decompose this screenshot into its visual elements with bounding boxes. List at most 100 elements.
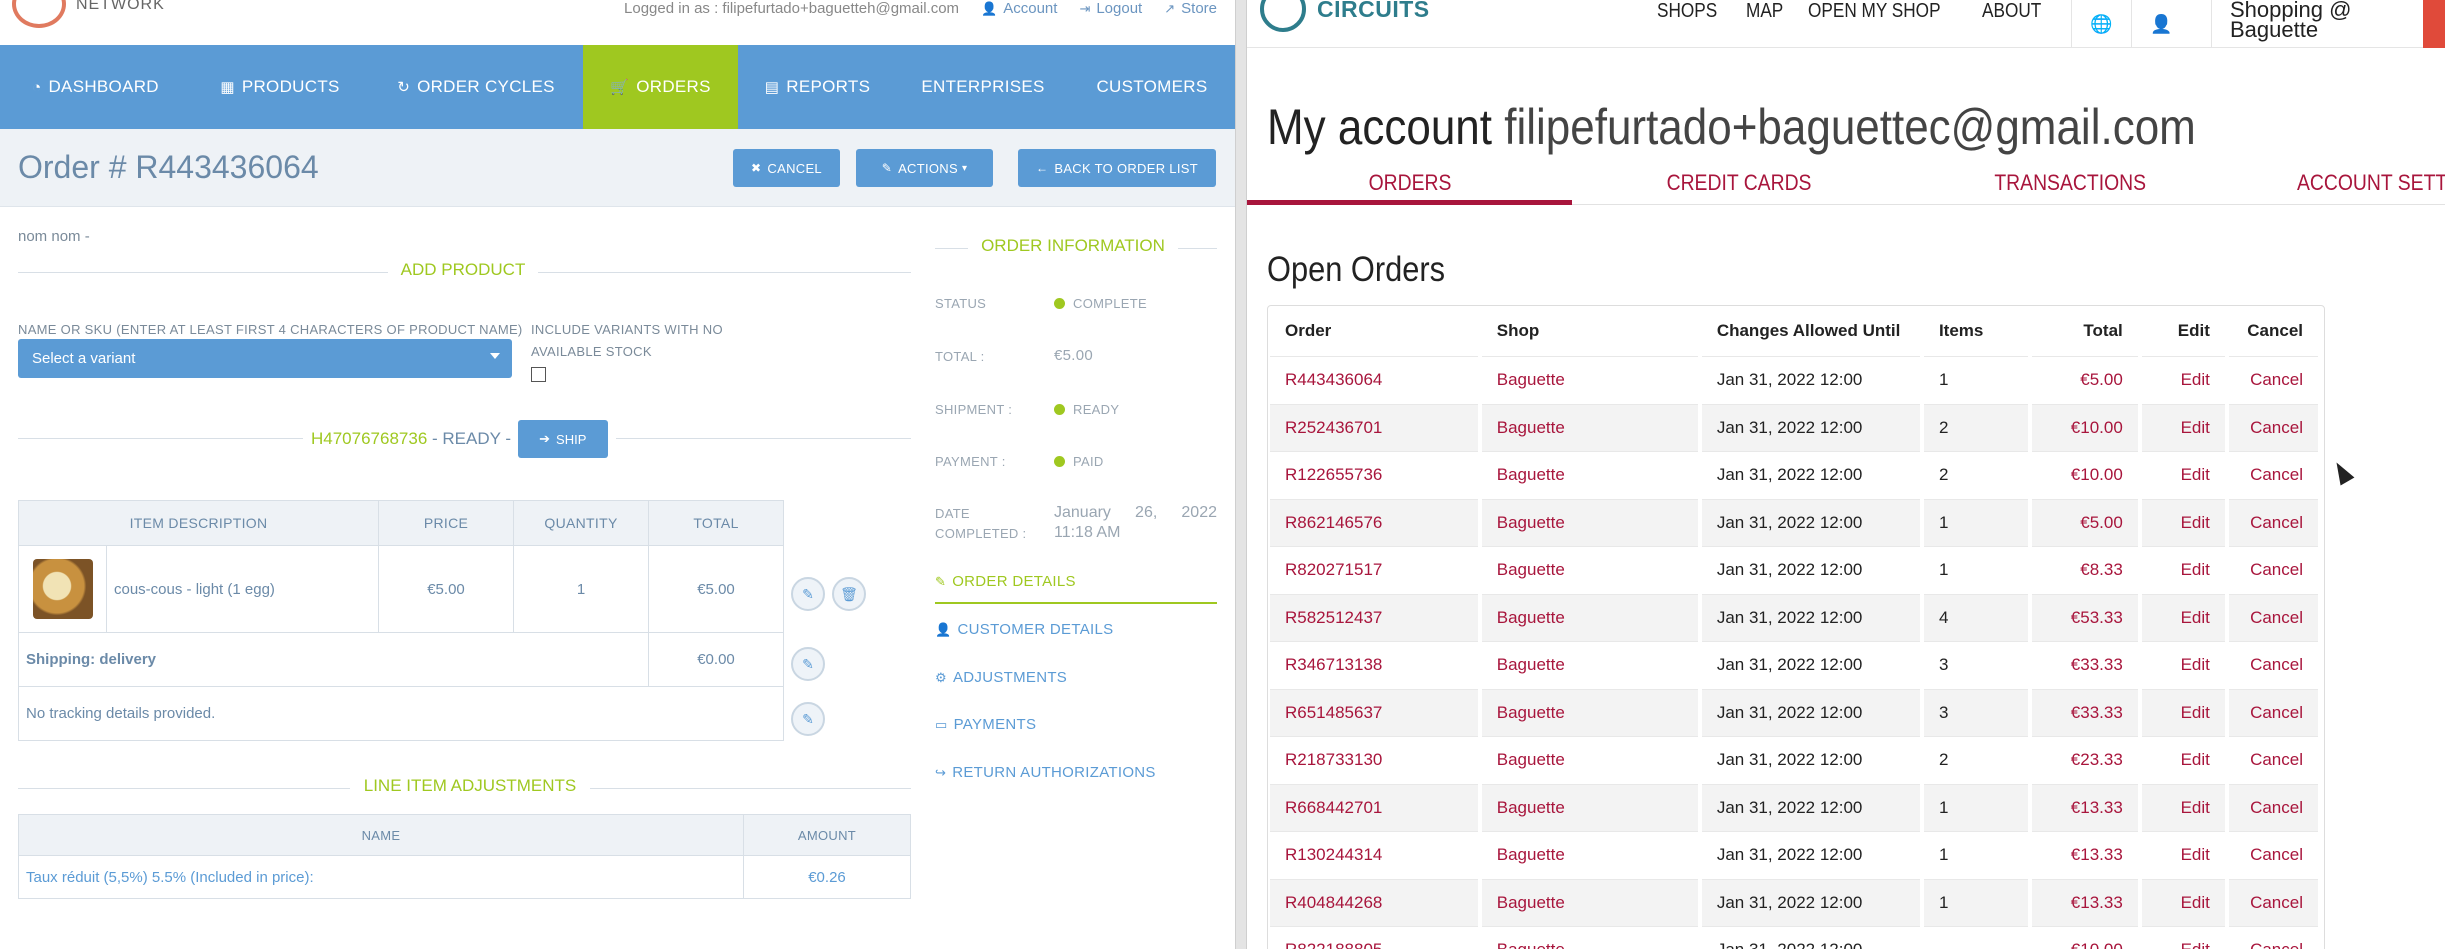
nav-dashboard[interactable]: ◔ DASHBOARD bbox=[0, 45, 191, 129]
shop-link[interactable]: Baguette bbox=[1481, 736, 1698, 784]
order-number-link[interactable]: R404844268 bbox=[1270, 878, 1478, 926]
coop-circuits-logo-icon[interactable] bbox=[1260, 0, 1306, 32]
edit-shipping-button[interactable]: ✎ bbox=[791, 647, 825, 681]
order-number-link[interactable]: R346713138 bbox=[1270, 641, 1478, 689]
order-number-link[interactable]: R130244314 bbox=[1270, 831, 1478, 879]
edit-order-link[interactable]: Edit bbox=[2141, 688, 2225, 736]
cancel-order-link[interactable]: Cancel bbox=[2228, 783, 2318, 831]
edit-order-link[interactable]: Edit bbox=[2141, 546, 2225, 594]
shop-link[interactable]: Baguette bbox=[1481, 878, 1698, 926]
order-number-link[interactable]: R822188805 bbox=[1270, 926, 1478, 949]
shop-link[interactable]: Baguette bbox=[1481, 498, 1698, 546]
edit-order-link[interactable]: Edit bbox=[2141, 641, 2225, 689]
order-number-link[interactable]: R820271517 bbox=[1270, 546, 1478, 594]
edit-order-link[interactable]: Edit bbox=[2141, 451, 2225, 499]
cancel-order-button[interactable]: ✖ CANCEL bbox=[733, 149, 840, 187]
nav-shops[interactable]: SHOPS bbox=[1657, 0, 1717, 23]
cancel-order-link[interactable]: Cancel bbox=[2228, 403, 2318, 451]
nav-about[interactable]: ABOUT bbox=[1982, 0, 2041, 23]
order-number-link[interactable]: R651485637 bbox=[1270, 688, 1478, 736]
edit-item-button[interactable]: ✎ bbox=[791, 577, 825, 611]
variant-select[interactable]: Select a variant bbox=[18, 339, 512, 378]
cancel-order-link[interactable]: Cancel bbox=[2228, 356, 2318, 404]
shop-link[interactable]: Baguette bbox=[1481, 688, 1698, 736]
tab-account-settings[interactable]: ACCOUNT SETTINGS bbox=[2297, 170, 2445, 196]
cancel-order-link[interactable]: Cancel bbox=[2228, 736, 2318, 784]
window-divider[interactable] bbox=[1235, 0, 1247, 949]
nav-customers[interactable]: CUSTOMERS bbox=[1069, 45, 1235, 129]
shop-link[interactable]: Baguette bbox=[1481, 593, 1698, 641]
return-authorizations-link[interactable]: ↪ RETURN AUTHORIZATIONS bbox=[935, 764, 1156, 781]
adjustment-name[interactable]: Taux réduit (5,5%) 5.5% (Included in pri… bbox=[18, 855, 744, 899]
order-total: €8.33 bbox=[2031, 546, 2138, 594]
cancel-order-link[interactable]: Cancel bbox=[2228, 593, 2318, 641]
column-header: Edit bbox=[2177, 321, 2210, 340]
order-number-link[interactable]: R252436701 bbox=[1270, 403, 1478, 451]
cancel-order-link[interactable]: Cancel bbox=[2228, 878, 2318, 926]
shop-link[interactable]: Baguette bbox=[1481, 451, 1698, 499]
language-button[interactable]: 🌐 bbox=[2071, 0, 2131, 48]
order-number-link[interactable]: R668442701 bbox=[1270, 783, 1478, 831]
shop-link[interactable]: Baguette bbox=[1481, 356, 1698, 404]
order-details-link[interactable]: ✎ ORDER DETAILS bbox=[935, 573, 1076, 590]
user-menu-button[interactable]: 👤 bbox=[2131, 0, 2191, 48]
adjustments-link[interactable]: ⚙ ADJUSTMENTS bbox=[935, 669, 1067, 686]
edit-order-link[interactable]: Edit bbox=[2141, 736, 2225, 784]
edit-order-link[interactable]: Edit bbox=[2141, 498, 2225, 546]
delete-item-button[interactable]: 🗑 bbox=[832, 577, 866, 611]
include-variants-label-2: AVAILABLE STOCK bbox=[531, 344, 652, 359]
order-number-link[interactable]: R122655736 bbox=[1270, 451, 1478, 499]
nav-enterprises[interactable]: ENTERPRISES bbox=[897, 45, 1069, 129]
edit-order-link[interactable]: Edit bbox=[2141, 831, 2225, 879]
network-logo-icon[interactable] bbox=[12, 0, 66, 28]
adjustment-amount: €0.26 bbox=[743, 855, 911, 899]
cancel-order-link[interactable]: Cancel bbox=[2228, 546, 2318, 594]
shop-link[interactable]: Baguette bbox=[1481, 926, 1698, 949]
nav-map[interactable]: MAP bbox=[1746, 0, 1783, 23]
cart-button[interactable] bbox=[2423, 0, 2445, 48]
edit-order-link[interactable]: Edit bbox=[2141, 593, 2225, 641]
account-link[interactable]: 👤 Account bbox=[981, 0, 1057, 17]
shop-link[interactable]: Baguette bbox=[1481, 403, 1698, 451]
shop-link[interactable]: Baguette bbox=[1481, 783, 1698, 831]
edit-order-link[interactable]: Edit bbox=[2141, 356, 2225, 404]
order-number-link[interactable]: R218733130 bbox=[1270, 736, 1478, 784]
ship-button[interactable]: ➔ SHIP bbox=[517, 420, 608, 458]
order-number-link[interactable]: R443436064 bbox=[1270, 356, 1478, 404]
nav-order-cycles[interactable]: ↻ ORDER CYCLES bbox=[369, 45, 583, 129]
store-link[interactable]: ↗ Store bbox=[1164, 0, 1217, 17]
logout-link[interactable]: ⇥ Logout bbox=[1079, 0, 1142, 17]
cancel-order-link[interactable]: Cancel bbox=[2228, 641, 2318, 689]
shop-link[interactable]: Baguette bbox=[1481, 641, 1698, 689]
order-number-link[interactable]: R582512437 bbox=[1270, 593, 1478, 641]
payments-link[interactable]: ▭ PAYMENTS bbox=[935, 716, 1036, 733]
back-to-order-list-button[interactable]: ← BACK TO ORDER LIST bbox=[1018, 149, 1216, 187]
tab-credit-cards[interactable]: CREDIT CARDS bbox=[1667, 170, 1812, 196]
cancel-order-link[interactable]: Cancel bbox=[2228, 688, 2318, 736]
active-tab-underline bbox=[1247, 200, 1572, 205]
nav-products[interactable]: ▦ PRODUCTS bbox=[191, 45, 369, 129]
screen: NETWORK Logged in as : filipefurtado+bag… bbox=[0, 0, 2445, 949]
cancel-order-link[interactable]: Cancel bbox=[2228, 498, 2318, 546]
shop-link[interactable]: Baguette bbox=[1481, 831, 1698, 879]
edit-order-link[interactable]: Edit bbox=[2141, 783, 2225, 831]
tab-orders[interactable]: ORDERS bbox=[1355, 170, 1466, 196]
edit-order-link[interactable]: Edit bbox=[2141, 878, 2225, 926]
edit-tracking-button[interactable]: ✎ bbox=[791, 702, 825, 736]
page-title: Order # R443436064 bbox=[18, 149, 319, 185]
nav-orders[interactable]: 🛒 ORDERS bbox=[583, 45, 738, 139]
customer-details-link[interactable]: 👤 CUSTOMER DETAILS bbox=[935, 621, 1113, 638]
order-number-link[interactable]: R862146576 bbox=[1270, 498, 1478, 546]
edit-order-link[interactable]: Edit bbox=[2141, 403, 2225, 451]
nav-reports[interactable]: ▤ REPORTS bbox=[738, 45, 897, 129]
include-variants-checkbox[interactable] bbox=[531, 367, 546, 382]
tab-transactions[interactable]: TRANSACTIONS bbox=[1994, 170, 2146, 196]
cancel-order-link[interactable]: Cancel bbox=[2228, 926, 2318, 949]
cancel-order-link[interactable]: Cancel bbox=[2228, 451, 2318, 499]
actions-button[interactable]: ✎ ACTIONS ▾ bbox=[856, 149, 993, 187]
nav-open-my-shop[interactable]: OPEN MY SHOP bbox=[1808, 0, 1941, 23]
shopping-at-button[interactable]: Shopping @ Baguette bbox=[2211, 0, 2421, 48]
edit-order-link[interactable]: Edit bbox=[2141, 926, 2225, 949]
shop-link[interactable]: Baguette bbox=[1481, 546, 1698, 594]
cancel-order-link[interactable]: Cancel bbox=[2228, 831, 2318, 879]
